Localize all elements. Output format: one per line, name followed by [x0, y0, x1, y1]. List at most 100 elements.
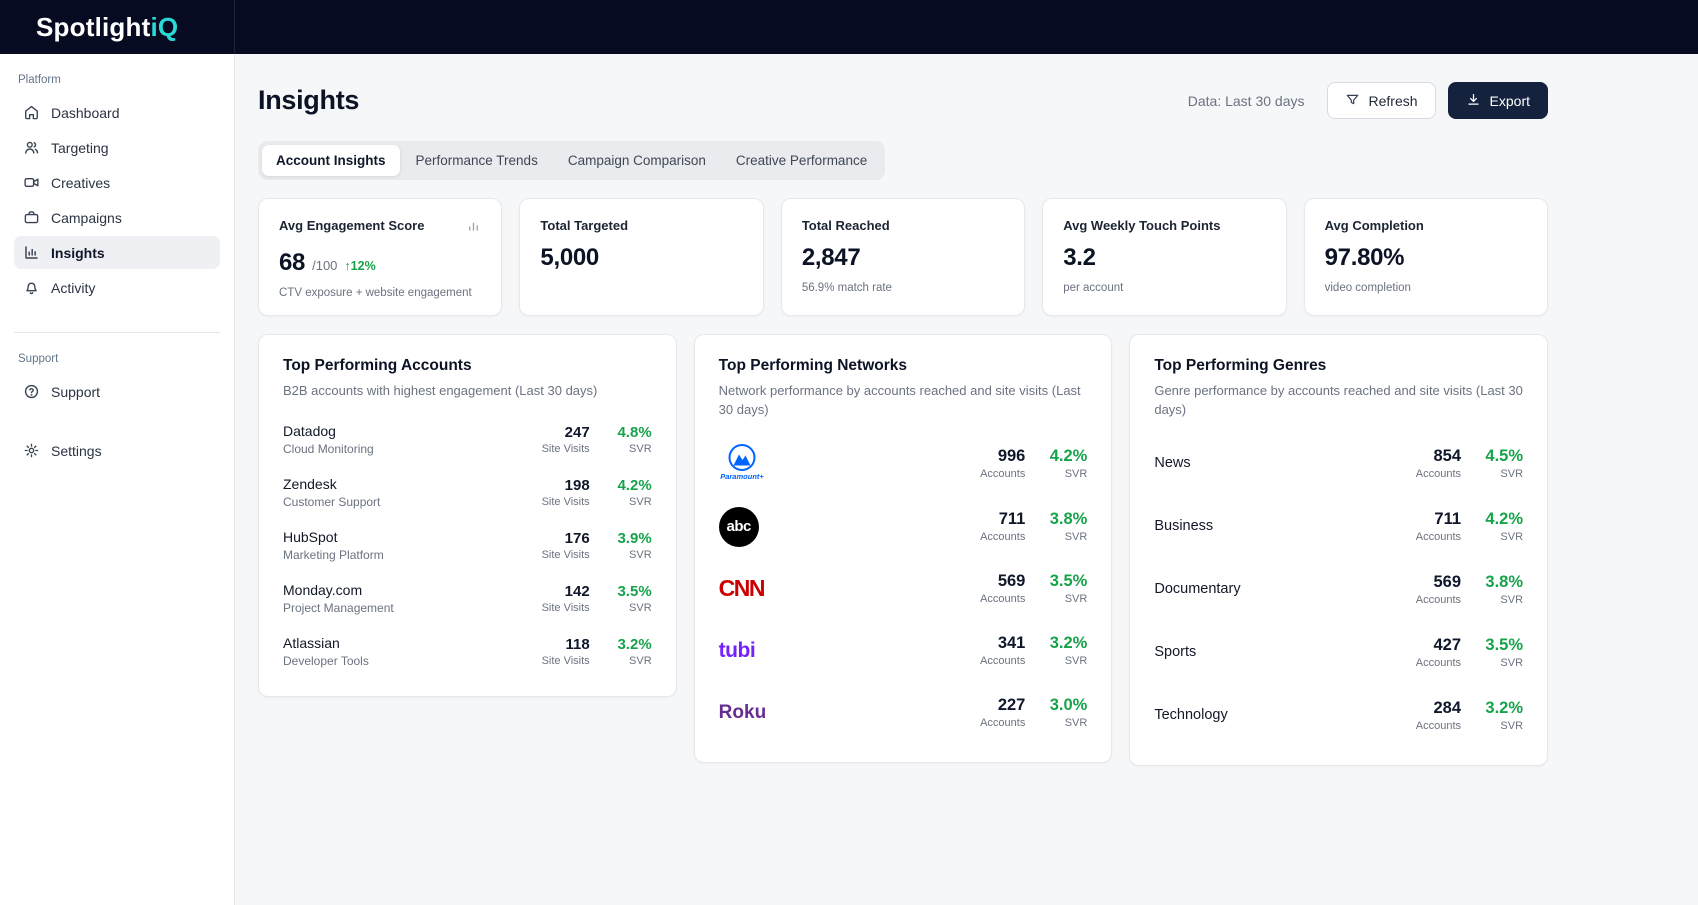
help-circle-icon	[23, 383, 40, 400]
genre-row: Technology 284 Accounts 3.2% SVR	[1154, 684, 1523, 747]
genre-row: Business 711 Accounts 4.2% SVR	[1154, 495, 1523, 558]
kpi-subtext: video completion	[1325, 282, 1527, 294]
account-category: Project Management	[283, 601, 394, 615]
account-name: Zendesk	[283, 476, 380, 492]
genre-name: News	[1154, 455, 1190, 471]
accounts-label: Accounts	[1399, 531, 1461, 543]
kpi-title: Avg Weekly Touch Points	[1063, 218, 1220, 233]
svr-value: 3.5%	[608, 583, 652, 600]
kpi-title: Total Reached	[802, 218, 890, 233]
account-name: Datadog	[283, 423, 374, 439]
accounts-label: Accounts	[963, 655, 1025, 667]
export-button[interactable]: Export	[1448, 82, 1548, 119]
briefcase-icon	[23, 209, 40, 226]
account-row: Zendesk Customer Support 198 Site Visits…	[283, 466, 652, 519]
site-visits-label: Site Visits	[528, 655, 590, 667]
accounts-label: Accounts	[1399, 468, 1461, 480]
accounts-value: 996	[963, 447, 1025, 466]
accounts-value: 341	[963, 634, 1025, 653]
top-networks-card: Top Performing Networks Network performa…	[694, 334, 1113, 763]
bell-icon	[23, 279, 40, 296]
bar-chart-icon	[23, 244, 40, 261]
kpi-card-total-reached: Total Reached 2,847 56.9% match rate	[781, 198, 1025, 316]
tab-account-insights[interactable]: Account Insights	[262, 145, 400, 176]
network-row: Paramount+ 996 Accounts 4.2% SVR	[719, 432, 1088, 496]
export-button-label: Export	[1490, 94, 1530, 108]
sidebar-item-label: Creatives	[51, 175, 110, 191]
brand-logo[interactable]: SpotlightiQ	[0, 0, 235, 54]
svr-label: SVR	[1479, 720, 1523, 732]
svr-label: SVR	[608, 602, 652, 614]
accounts-value: 854	[1399, 447, 1461, 466]
svr-value: 3.2%	[608, 636, 652, 653]
sidebar-item-settings[interactable]: Settings	[14, 434, 220, 467]
sidebar-item-targeting[interactable]: Targeting	[14, 131, 220, 164]
card-subtitle: Network performance by accounts reached …	[719, 382, 1088, 420]
refresh-button[interactable]: Refresh	[1327, 82, 1436, 119]
accounts-label: Accounts	[963, 593, 1025, 605]
network-row: abc 711 Accounts 3.8% SVR	[719, 496, 1088, 558]
sidebar-item-activity[interactable]: Activity	[14, 271, 220, 304]
kpi-subtext: 56.9% match rate	[802, 282, 1004, 294]
kpi-value: 5,000	[540, 244, 599, 272]
accounts-value: 569	[963, 572, 1025, 591]
svr-value: 4.8%	[608, 424, 652, 441]
sidebar-section-support-label: Support	[18, 353, 220, 365]
kpi-value: 2,847	[802, 244, 861, 272]
svr-label: SVR	[1043, 468, 1087, 480]
account-row: HubSpot Marketing Platform 176 Site Visi…	[283, 519, 652, 572]
svr-label: SVR	[1043, 531, 1087, 543]
site-visits-value: 142	[528, 583, 590, 600]
accounts-label: Accounts	[963, 717, 1025, 729]
sidebar-section-platform-label: Platform	[18, 74, 220, 86]
svr-value: 3.2%	[1043, 634, 1087, 653]
kpi-card-avg-engagement: Avg Engagement Score 68 /100 ↑12% CTV ex…	[258, 198, 502, 316]
sidebar-item-insights[interactable]: Insights	[14, 236, 220, 269]
sidebar-item-support[interactable]: Support	[14, 375, 220, 408]
accounts-value: 711	[1399, 510, 1461, 529]
svg-text:Paramount+: Paramount+	[720, 472, 764, 481]
svr-value: 4.5%	[1479, 447, 1523, 466]
network-row: tubi 341 Accounts 3.2% SVR	[719, 620, 1088, 682]
sidebar-item-label: Insights	[51, 245, 105, 261]
sidebar-item-dashboard[interactable]: Dashboard	[14, 96, 220, 129]
data-range-label: Data: Last 30 days	[1188, 93, 1305, 109]
genre-name: Documentary	[1154, 581, 1240, 597]
site-visits-label: Site Visits	[528, 496, 590, 508]
tab-creative-performance[interactable]: Creative Performance	[722, 145, 881, 176]
sidebar-item-label: Campaigns	[51, 210, 122, 226]
kpi-subtext: per account	[1063, 282, 1265, 294]
gear-icon	[23, 442, 40, 459]
home-icon	[23, 104, 40, 121]
account-row: Datadog Cloud Monitoring 247 Site Visits…	[283, 413, 652, 466]
filter-icon	[1345, 92, 1360, 109]
account-row: Monday.com Project Management 142 Site V…	[283, 572, 652, 625]
roku-logo: Roku	[719, 702, 767, 724]
download-icon	[1466, 92, 1481, 109]
genre-row: Sports 427 Accounts 3.5% SVR	[1154, 621, 1523, 684]
account-name: Atlassian	[283, 635, 369, 651]
svr-value: 3.2%	[1479, 699, 1523, 718]
top-genres-card: Top Performing Genres Genre performance …	[1129, 334, 1548, 766]
kpi-title: Avg Completion	[1325, 218, 1424, 233]
sidebar: Platform Dashboard Targeting Creatives C…	[0, 54, 235, 905]
sidebar-item-campaigns[interactable]: Campaigns	[14, 201, 220, 234]
sidebar-item-creatives[interactable]: Creatives	[14, 166, 220, 199]
svr-value: 3.0%	[1043, 696, 1087, 715]
kpi-title: Total Targeted	[540, 218, 628, 233]
sidebar-item-label: Activity	[51, 280, 95, 296]
network-row: CNN 569 Accounts 3.5% SVR	[719, 558, 1088, 620]
svr-value: 3.8%	[1479, 573, 1523, 592]
svr-value: 3.5%	[1479, 636, 1523, 655]
abc-logo: abc	[719, 507, 759, 547]
main-content: Insights Data: Last 30 days Refresh Expo…	[235, 54, 1698, 905]
tab-campaign-comparison[interactable]: Campaign Comparison	[554, 145, 720, 176]
tab-performance-trends[interactable]: Performance Trends	[402, 145, 552, 176]
sidebar-item-label: Dashboard	[51, 105, 120, 121]
svr-value: 4.2%	[1043, 447, 1087, 466]
svr-label: SVR	[1043, 593, 1087, 605]
accounts-value: 427	[1399, 636, 1461, 655]
top-accounts-card: Top Performing Accounts B2B accounts wit…	[258, 334, 677, 697]
genre-name: Technology	[1154, 707, 1227, 723]
site-visits-label: Site Visits	[528, 602, 590, 614]
